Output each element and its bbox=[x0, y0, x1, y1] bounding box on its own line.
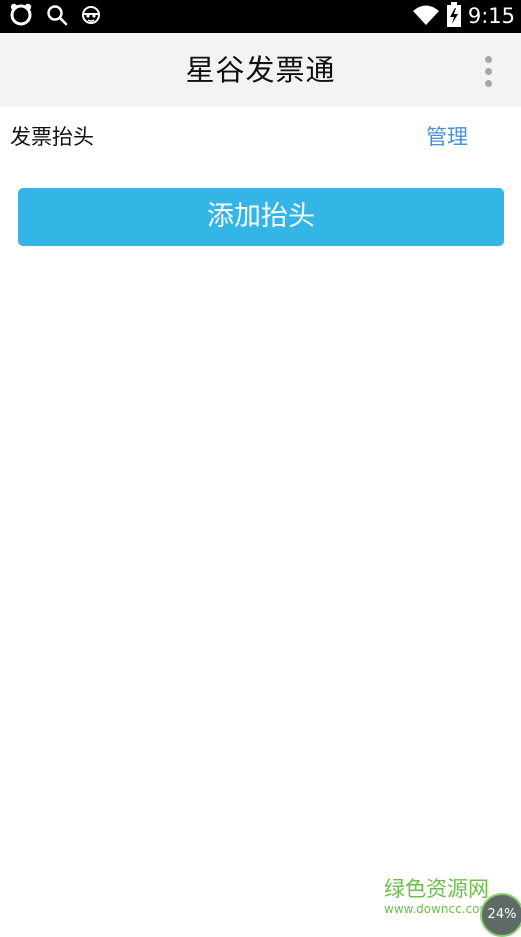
app-title: 星谷发票通 bbox=[185, 53, 336, 87]
wifi-icon bbox=[412, 4, 440, 30]
status-bar: 9:15 bbox=[0, 0, 521, 33]
manage-link[interactable]: 管理 bbox=[426, 121, 468, 153]
search-icon bbox=[46, 4, 68, 30]
app-notification-icon bbox=[8, 2, 34, 31]
add-header-button[interactable]: 添加抬头 bbox=[18, 188, 504, 246]
overflow-menu-icon[interactable] bbox=[476, 53, 500, 89]
menu-dot bbox=[484, 55, 492, 63]
battery-charging-icon bbox=[446, 1, 462, 32]
invoice-header-label: 发票抬头 bbox=[10, 125, 94, 149]
percent-badge[interactable]: 24% bbox=[480, 893, 521, 937]
status-time: 9:15 bbox=[467, 4, 515, 28]
status-right-icons: 9:15 bbox=[412, 1, 515, 32]
status-left-icons bbox=[8, 2, 102, 31]
app-bar: 星谷发票通 bbox=[0, 33, 521, 107]
menu-dot bbox=[484, 67, 492, 75]
menu-dot bbox=[484, 79, 492, 87]
face-icon bbox=[80, 4, 102, 30]
